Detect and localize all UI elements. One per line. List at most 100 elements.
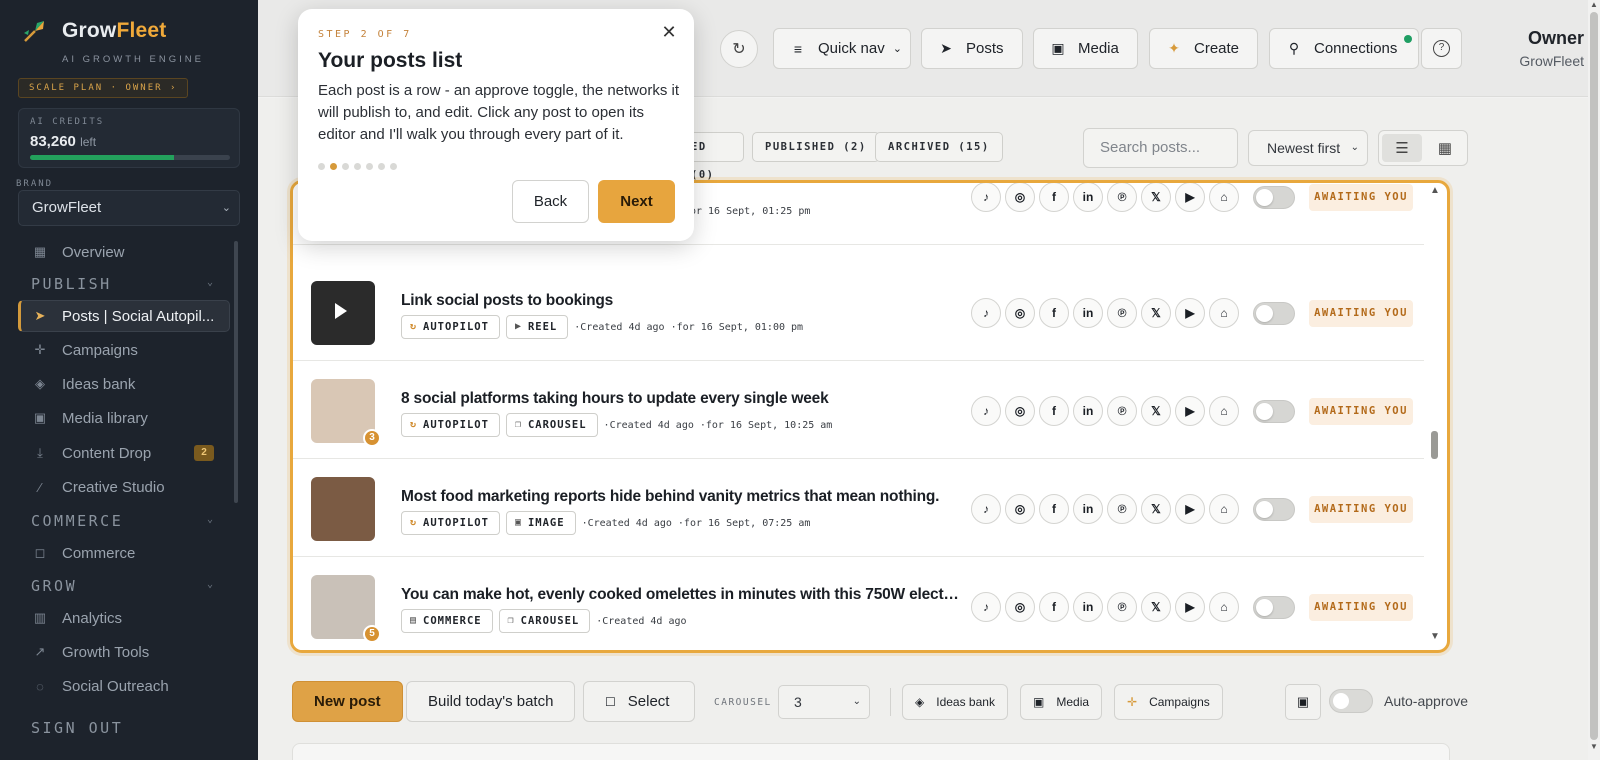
facebook-icon[interactable]: f [1039,183,1069,212]
pinterest-icon[interactable]: ℗ [1107,298,1137,328]
post-row[interactable]: Link social posts to bookings ↻ AUTOPILOT ▶… [293,263,1424,361]
auto-approve-toggle[interactable] [1329,689,1373,713]
linkedin-icon[interactable]: in [1073,183,1103,212]
store-icon[interactable]: ⌂ [1209,494,1239,524]
list-view-button[interactable]: ☰ [1382,134,1422,162]
sidebar-item-ideas-bank[interactable]: ◈ Ideas bank [18,368,230,400]
sidebar-item-social-outreach[interactable]: ◌ Social Outreach [18,670,230,702]
select-button[interactable]: ☐ Select [583,681,695,722]
youtube-icon[interactable]: ▶ [1175,494,1205,524]
sort-select[interactable]: Newest first ⌄ [1248,130,1368,166]
facebook-icon[interactable]: f [1039,396,1069,426]
post-row[interactable]: Most food marketing reports hide behind … [293,459,1424,557]
instagram-icon[interactable]: ◎ [1005,396,1035,426]
refresh-button[interactable]: ↻ [720,30,758,68]
tiktok-icon[interactable]: ♪ [971,183,1001,212]
scroll-down-arrow[interactable]: ▼ [1590,742,1598,751]
pinterest-icon[interactable]: ℗ [1107,396,1137,426]
quick-nav-button[interactable]: ≡ Quick nav ⌄ [773,28,911,69]
approve-toggle[interactable] [1253,186,1295,209]
youtube-icon[interactable]: ▶ [1175,396,1205,426]
section-grow[interactable]: GROW ⌄ [31,577,213,595]
approve-toggle[interactable] [1253,498,1295,521]
tiktok-icon[interactable]: ♪ [971,494,1001,524]
section-publish[interactable]: PUBLISH ⌄ [31,275,213,293]
approve-toggle[interactable] [1253,302,1295,325]
filter-tab-archived[interactable]: ARCHIVED (15) [875,132,1003,162]
build-batch-button[interactable]: Build today's batch [406,681,576,722]
post-title[interactable]: Link social posts to bookings [401,292,961,310]
posts-button[interactable]: ➤ Posts [921,28,1023,69]
sidebar-item-analytics[interactable]: ▥ Analytics [18,602,230,634]
post-title[interactable]: 8 social platforms taking hours to updat… [401,390,961,408]
sidebar-item-campaigns[interactable]: ✛ Campaigns [18,334,230,366]
tour-next-button[interactable]: Next [598,180,675,223]
image-options-button[interactable]: ▣ [1285,684,1321,720]
instagram-icon[interactable]: ◎ [1005,298,1035,328]
sidebar-item-content-drop[interactable]: ⤓ Content Drop 2 [18,437,230,469]
list-scrollbar-thumb[interactable] [1431,431,1438,459]
store-icon[interactable]: ⌂ [1209,592,1239,622]
ideas-bank-button[interactable]: ◈ Ideas bank [902,684,1008,720]
scroll-up-arrow[interactable]: ▲ [1590,0,1598,9]
post-row[interactable]: 3 8 social platforms taking hours to upda… [293,361,1424,459]
new-post-button[interactable]: New post [292,681,403,722]
post-thumbnail[interactable] [311,477,375,541]
instagram-icon[interactable]: ◎ [1005,183,1035,212]
linkedin-icon[interactable]: in [1073,298,1103,328]
tiktok-icon[interactable]: ♪ [971,298,1001,328]
youtube-icon[interactable]: ▶ [1175,183,1205,212]
logo[interactable]: GrowFleet [22,18,167,44]
x-icon[interactable]: 𝕏 [1141,183,1171,212]
post-row[interactable]: 5 You can make hot, evenly cooked omelett… [293,557,1424,650]
sidebar-item-overview[interactable]: ▦ Overview [18,236,230,268]
youtube-icon[interactable]: ▶ [1175,592,1205,622]
post-title[interactable]: Most food marketing reports hide behind … [401,488,961,506]
carousel-count-select[interactable]: 3 ⌄ [778,685,870,719]
calendar-view-button[interactable]: ▦ [1425,134,1465,162]
media-shortcut-button[interactable]: ▣ Media [1020,684,1103,720]
sidebar-item-growth-tools[interactable]: ↗ Growth Tools [18,636,230,668]
tour-back-button[interactable]: Back [512,180,589,223]
x-icon[interactable]: 𝕏 [1141,298,1171,328]
sign-out-link[interactable]: SIGN OUT [31,719,123,737]
instagram-icon[interactable]: ◎ [1005,592,1035,622]
scroll-down-arrow[interactable]: ▼ [1430,631,1440,642]
sidebar-item-creative-studio[interactable]: ⁄ Creative Studio [18,471,230,503]
campaigns-button[interactable]: ✛ Campaigns [1114,684,1223,720]
x-icon[interactable]: 𝕏 [1141,396,1171,426]
create-button[interactable]: ✦ Create [1149,28,1258,69]
filter-tab-published[interactable]: PUBLISHED (2) [752,132,880,162]
sidebar-item-media-library[interactable]: ▣ Media library [18,402,230,434]
store-icon[interactable]: ⌂ [1209,298,1239,328]
facebook-icon[interactable]: f [1039,494,1069,524]
close-icon[interactable]: ✕ [658,21,680,43]
x-icon[interactable]: 𝕏 [1141,592,1171,622]
x-icon[interactable]: 𝕏 [1141,494,1171,524]
sidebar-item-commerce[interactable]: ◻ Commerce [18,537,230,569]
section-commerce[interactable]: COMMERCE ⌄ [31,512,213,530]
sidebar-item-posts[interactable]: ➤ Posts | Social Autopil... [18,300,230,332]
youtube-icon[interactable]: ▶ [1175,298,1205,328]
tiktok-icon[interactable]: ♪ [971,592,1001,622]
linkedin-icon[interactable]: in [1073,592,1103,622]
search-input[interactable]: Search posts... [1083,128,1238,168]
brand-select[interactable]: GrowFleet ⌄ [18,190,240,226]
pinterest-icon[interactable]: ℗ [1107,183,1137,212]
store-icon[interactable]: ⌂ [1209,396,1239,426]
linkedin-icon[interactable]: in [1073,396,1103,426]
page-scrollbar-thumb[interactable] [1590,12,1598,740]
page-scrollbar[interactable]: ▲ ▼ [1588,0,1600,760]
help-button[interactable]: ? [1421,28,1462,69]
approve-toggle[interactable] [1253,400,1295,423]
owner-name[interactable]: Owner [1484,28,1584,49]
tiktok-icon[interactable]: ♪ [971,396,1001,426]
approve-toggle[interactable] [1253,596,1295,619]
pinterest-icon[interactable]: ℗ [1107,494,1137,524]
plan-badge[interactable]: SCALE PLAN · OWNER › [18,78,189,98]
store-icon[interactable]: ⌂ [1209,183,1239,212]
sidebar-scrollbar[interactable] [234,241,238,503]
facebook-icon[interactable]: f [1039,298,1069,328]
facebook-icon[interactable]: f [1039,592,1069,622]
post-title[interactable]: You can make hot, evenly cooked omelette… [401,586,961,604]
